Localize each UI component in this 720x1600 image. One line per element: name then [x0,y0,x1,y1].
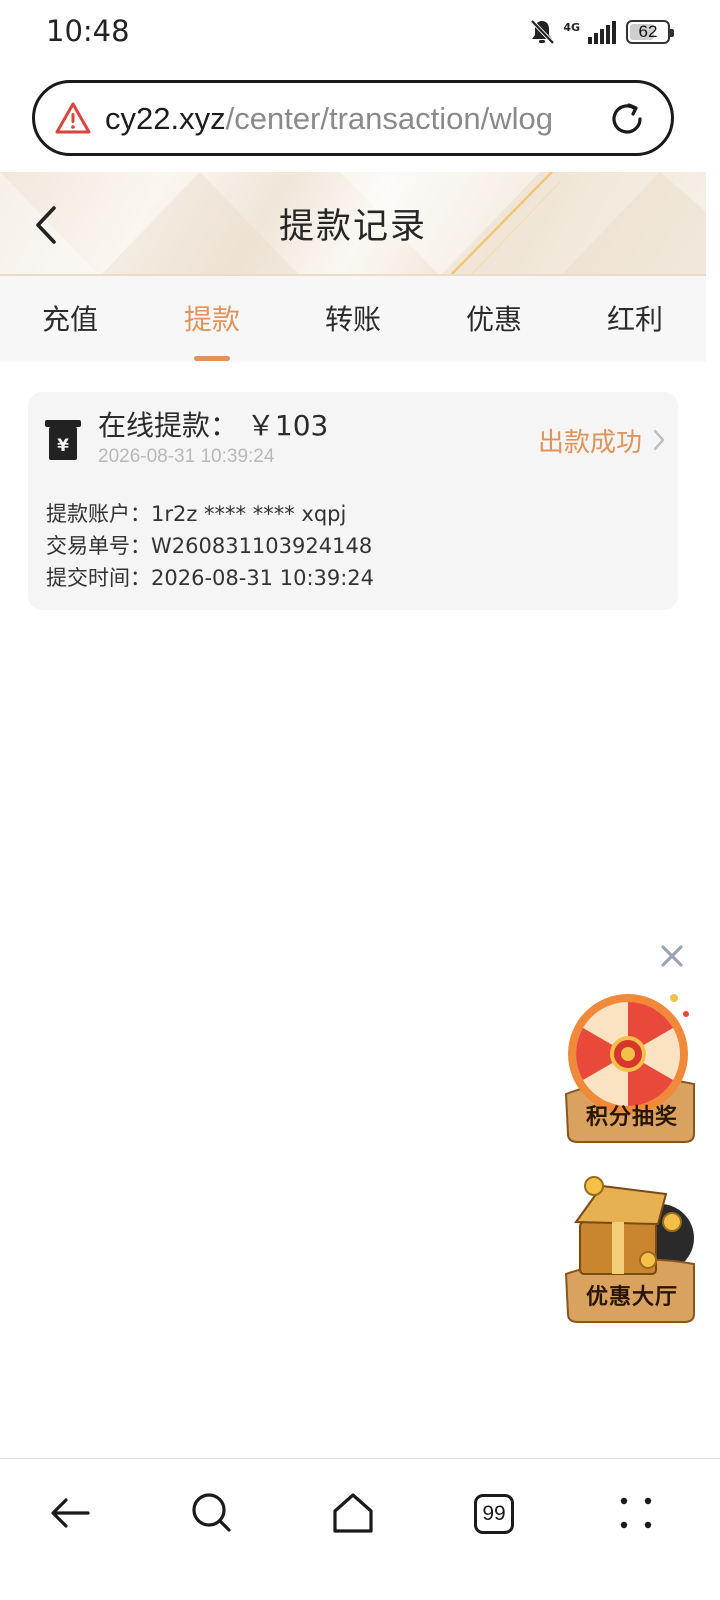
status-bar: 10:48 4G 62 [0,0,720,66]
points-lottery-promo[interactable]: 积分抽奖 [562,984,698,1144]
home-icon[interactable] [329,1489,377,1537]
tabs-count-button[interactable]: 99 [474,1494,514,1534]
network-type: 4G [563,20,580,34]
page-header: 提款记录 [0,172,706,276]
browser-bottom-nav [0,1458,720,1600]
status-icons: 4G 62 [529,16,674,48]
url-text[interactable]: cy22.xyz/center/transaction/wlog [105,101,583,137]
submit-time-label: 提交时间： [46,566,151,590]
order-number-label: 交易单号： [46,534,151,558]
points-lottery-label: 积分抽奖 [585,1105,678,1130]
more-menu-icon[interactable] [612,1489,660,1537]
search-icon[interactable] [188,1489,236,1537]
page-title: 提款记录 [278,207,427,247]
tab-transfer[interactable]: 转账 [293,298,413,338]
battery-icon: 62 [626,20,674,44]
account-value: 1r2z **** **** xqpj [151,502,347,526]
account-label: 提款账户： [46,502,151,526]
tab-promotion[interactable]: 优惠 [434,298,554,338]
signal-icon [588,21,616,44]
warning-triangle-icon[interactable] [55,101,91,135]
atm-withdraw-icon: ¥ [45,420,81,460]
close-icon[interactable] [658,942,686,970]
battery-level: 62 [638,22,658,41]
battery-tip [670,29,674,37]
order-number-row: 交易单号：W260831103924148 [46,530,374,562]
chevron-right-icon[interactable] [652,428,666,452]
promotion-hall-promo[interactable]: 优惠大厅 [562,1164,698,1324]
submit-time-row: 提交时间：2026-08-31 10:39:24 [46,562,374,594]
address-bar[interactable]: cy22.xyz/center/transaction/wlog [32,80,674,156]
active-tab-indicator [194,356,230,361]
promotion-hall-label: 优惠大厅 [585,1285,678,1310]
reload-icon[interactable] [607,99,647,139]
url-host: cy22.xyz [105,101,226,136]
back-arrow-icon[interactable] [46,1489,94,1537]
tab-withdraw[interactable]: 提款 [152,298,272,338]
record-status[interactable]: 出款成功 [538,422,642,459]
account-row: 提款账户：1r2z **** **** xqpj [46,498,374,530]
url-path: /center/transaction/wlog [225,101,554,136]
withdrawal-record-card[interactable]: ¥ 在线提款： ￥103 2026-08-31 10:39:24 出款成功 提款… [28,392,678,610]
record-title: 在线提款： ￥103 [98,409,329,442]
record-time: 2026-08-31 10:39:24 [98,446,275,467]
status-time: 10:48 [46,14,130,48]
svg-text:¥: ¥ [57,436,69,456]
record-details: 提款账户：1r2z **** **** xqpj 交易单号：W260831103… [46,498,374,594]
order-number-value: W260831103924148 [151,534,373,558]
submit-time-value: 2026-08-31 10:39:24 [151,566,375,590]
bell-muted-icon [530,19,555,45]
tab-bonus[interactable]: 红利 [575,298,695,338]
record-tabs: 充值 提款 转账 优惠 红利 [0,276,706,362]
tab-recharge[interactable]: 充值 [10,298,130,338]
